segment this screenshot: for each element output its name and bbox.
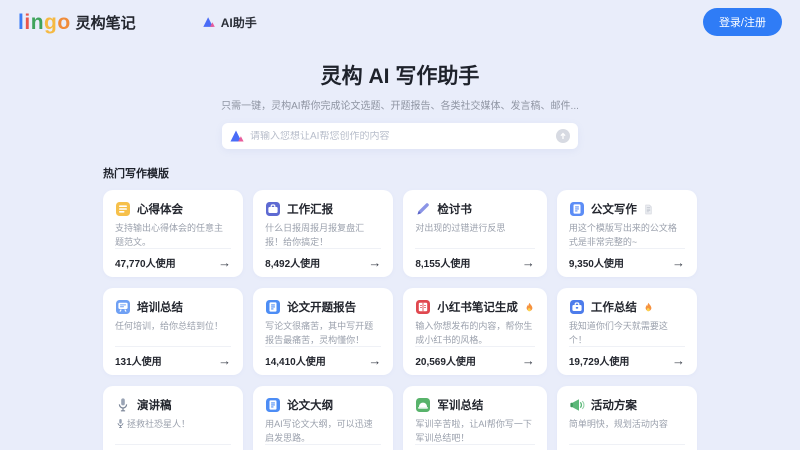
fire-icon [643, 302, 654, 313]
card-description: 我知道你们今天就需要这个！ [569, 320, 685, 346]
toolbox-icon [569, 299, 585, 315]
card-title: 小红书笔记生成 [437, 299, 518, 315]
usage-count: 20,569人使用 [415, 353, 476, 368]
template-card[interactable]: 论文开题报告 写论文很痛苦，其中写开题报告最痛苦，灵构懂你！ 14,410人使用… [253, 288, 393, 375]
page-subtitle: 只需一键，灵构AI帮你完成论文选题、开题报告、各类社交媒体、发言稿、邮件... [0, 97, 800, 112]
card-description: 写论文很痛苦，其中写开题报告最痛苦，灵构懂你！ [265, 320, 381, 346]
nav-label: AI助手 [221, 14, 257, 31]
page-icon [643, 204, 654, 215]
document-icon [265, 397, 281, 413]
pen-icon [415, 201, 431, 217]
arrow-right-icon[interactable]: → [368, 256, 381, 269]
microphone-icon [115, 418, 126, 429]
logo-letter: n [31, 11, 44, 34]
arrow-right-icon[interactable]: → [368, 354, 381, 367]
card-description: 任何培训，给你总结到位！ [115, 320, 231, 346]
document-icon [265, 299, 281, 315]
nav-item-ai-assistant[interactable]: AI助手 [202, 14, 257, 31]
template-card[interactable]: 工作汇报 什么日报周报月报复盘汇报！给你搞定！ 8,492人使用 → [253, 190, 393, 277]
arrow-right-icon[interactable]: → [672, 354, 685, 367]
card-title: 公文写作 [591, 201, 637, 217]
card-description: 用这个模版写出来的公文格式是非常完整的~ [569, 222, 685, 248]
ai-logo-mark-icon [229, 128, 245, 144]
lingo-logo[interactable]: lingo [18, 12, 71, 33]
template-card[interactable]: 军训总结 军训辛苦啦，让AI帮你写一下军训总结吧！ 4,517人使用 → [403, 386, 547, 450]
hero-section: 灵构 AI 写作助手 只需一键，灵构AI帮你完成论文选题、开题报告、各类社交媒体… [0, 60, 800, 149]
template-card[interactable]: 工作总结 我知道你们今天就需要这个！ 19,729人使用 → [557, 288, 697, 375]
template-card[interactable]: 培训总结 任何培训，给你总结到位！ 131人使用 → [103, 288, 243, 375]
red-book-icon [415, 299, 431, 315]
card-description: 军训辛苦啦，让AI帮你写一下军训总结吧！ [415, 418, 535, 444]
card-title: 论文大纲 [287, 397, 333, 413]
template-grid: 心得体会 支持输出心得体会的任意主题范文。 47,770人使用 → 工作汇报 什… [103, 190, 697, 450]
card-description: 什么日报周报月报复盘汇报！给你搞定！ [265, 222, 381, 248]
card-description: 简单明快，规划活动内容 [569, 418, 685, 444]
template-card[interactable]: 公文写作 用这个模版写出来的公文格式是非常完整的~ 9,350人使用 → [557, 190, 697, 277]
prompt-input[interactable] [250, 131, 555, 142]
briefcase-icon [265, 201, 281, 217]
card-title: 培训总结 [137, 299, 183, 315]
arrow-right-icon[interactable]: → [522, 354, 535, 367]
card-title: 工作总结 [591, 299, 637, 315]
usage-count: 47,770人使用 [115, 255, 176, 270]
card-description: 拯救社恐星人！ [115, 418, 231, 444]
card-title: 演讲稿 [137, 397, 172, 413]
megaphone-icon [569, 397, 585, 413]
top-navbar: lingo 灵构笔记 AI助手 登录/注册 [0, 0, 800, 44]
template-card[interactable]: 活动方案 简单明快，规划活动内容 10,710人使用 → [557, 386, 697, 450]
ai-logo-mark-icon [202, 15, 216, 29]
card-title: 论文开题报告 [287, 299, 356, 315]
send-circle-icon[interactable] [555, 128, 571, 144]
card-description: 用AI写论文大纲，可以迅速启发思路。 [265, 418, 381, 444]
page-title: 灵构 AI 写作助手 [0, 60, 800, 90]
presentation-icon [115, 299, 131, 315]
card-title: 军训总结 [437, 397, 483, 413]
arrow-right-icon[interactable]: → [218, 256, 231, 269]
brand-name: 灵构笔记 [76, 12, 136, 33]
arrow-right-icon[interactable]: → [522, 256, 535, 269]
fire-icon [524, 302, 535, 313]
arrow-right-icon[interactable]: → [218, 354, 231, 367]
arrow-right-icon[interactable]: → [672, 256, 685, 269]
logo-letter: o [57, 11, 70, 34]
ai-prompt-searchbar[interactable] [222, 123, 578, 149]
card-title: 检讨书 [437, 201, 472, 217]
card-description: 支持输出心得体会的任意主题范文。 [115, 222, 231, 248]
usage-count: 131人使用 [115, 353, 162, 368]
document-icon [569, 201, 585, 217]
template-card[interactable]: 检讨书 对出现的过错进行反思 8,155人使用 → [403, 190, 547, 277]
card-title: 工作汇报 [287, 201, 333, 217]
microphone-icon [115, 397, 131, 413]
section-title-hot-templates: 热门写作模版 [103, 165, 697, 181]
usage-count: 19,729人使用 [569, 353, 630, 368]
usage-count: 14,410人使用 [265, 353, 326, 368]
template-card[interactable]: 论文大纲 用AI写论文大纲，可以迅速启发思路。 13,515人使用 → [253, 386, 393, 450]
usage-count: 8,492人使用 [265, 255, 320, 270]
template-card[interactable]: 小红书笔记生成 输入你想发布的内容，帮你生成小红书的风格。 20,569人使用 … [403, 288, 547, 375]
usage-count: 8,155人使用 [415, 255, 470, 270]
logo-letter: g [44, 11, 57, 34]
card-description: 对出现的过错进行反思 [415, 222, 535, 248]
usage-count: 9,350人使用 [569, 255, 624, 270]
login-register-button[interactable]: 登录/注册 [703, 8, 782, 36]
card-description: 输入你想发布的内容，帮你生成小红书的风格。 [415, 320, 535, 346]
notebook-icon [115, 201, 131, 217]
card-title: 心得体会 [137, 201, 183, 217]
helmet-icon [415, 397, 431, 413]
template-card[interactable]: 心得体会 支持输出心得体会的任意主题范文。 47,770人使用 → [103, 190, 243, 277]
template-card[interactable]: 演讲稿 拯救社恐星人！ 11,613人使用 → [103, 386, 243, 450]
card-title: 活动方案 [591, 397, 637, 413]
